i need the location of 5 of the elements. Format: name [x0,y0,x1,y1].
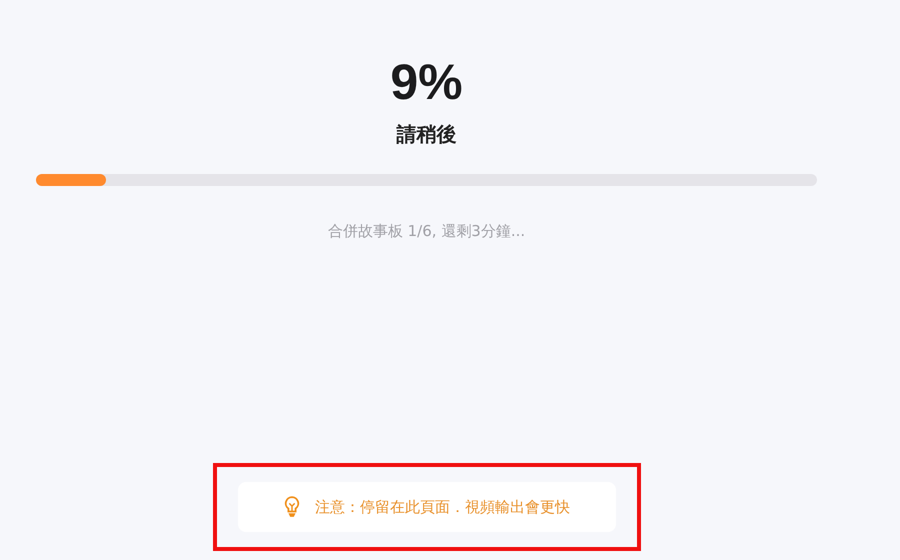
progress-percent: 9% [390,53,463,112]
wait-title: 請稍後 [396,121,456,148]
status-text: 合併故事板 1/6, 還剩3分鐘... [328,221,526,242]
lightbulb-icon [283,495,301,519]
tip-text: 注意：停留在此頁面．視頻輸出會更快 [315,498,570,516]
